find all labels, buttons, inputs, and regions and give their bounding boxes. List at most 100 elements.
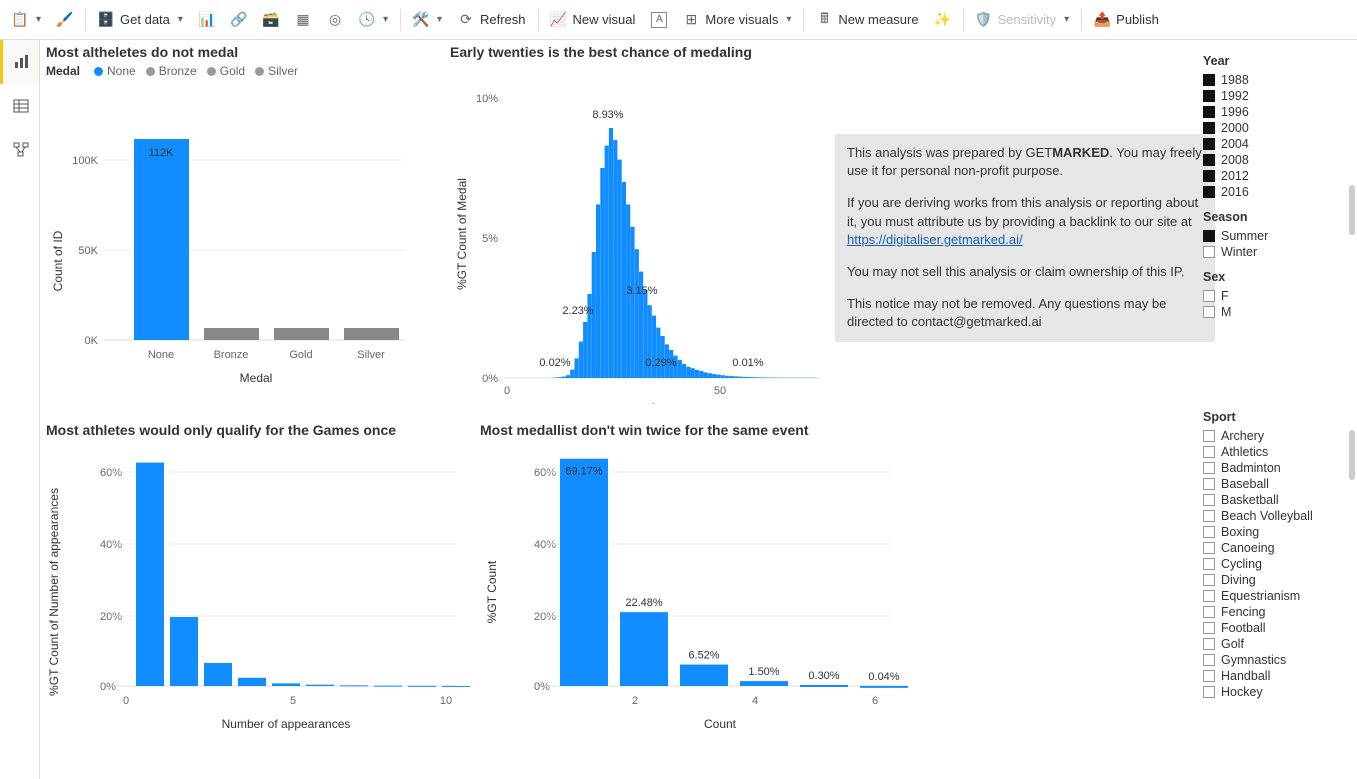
more-visuals-button[interactable]: ⊞ More visuals ▾: [675, 4, 799, 36]
checkbox-icon: [1203, 170, 1215, 182]
slicer-year-item[interactable]: 1996: [1203, 104, 1337, 120]
attribution-link[interactable]: https://digitaliser.getmarked.ai/: [847, 232, 1023, 247]
datahub-button[interactable]: 🔗: [223, 4, 255, 36]
slicer-sport-item[interactable]: Diving: [1203, 572, 1337, 588]
clipboard-icon: 📋: [12, 12, 28, 28]
slicer-sex-item[interactable]: F: [1203, 288, 1337, 304]
slicer-sport-item[interactable]: Boxing: [1203, 524, 1337, 540]
slicer-year-item[interactable]: 2004: [1203, 136, 1337, 152]
new-measure-label: New measure: [838, 12, 918, 27]
slicer-sex-item[interactable]: M: [1203, 304, 1337, 320]
checkbox-icon: [1203, 590, 1215, 602]
slicer-sport-item[interactable]: Canoeing: [1203, 540, 1337, 556]
panel-collapse-handle[interactable]: [1349, 185, 1355, 235]
svg-text:0.01%: 0.01%: [732, 357, 763, 369]
sql-button[interactable]: 🗃️: [255, 4, 287, 36]
chart-title: Most athletes would only qualify for the…: [46, 422, 476, 438]
chart-appearances[interactable]: Most athletes would only qualify for the…: [46, 422, 476, 772]
quick-measure-button[interactable]: ✨: [927, 4, 959, 36]
chart-svg: %GT Count of Number of appearances 60% 4…: [46, 442, 476, 762]
svg-text:3.15%: 3.15%: [626, 285, 657, 297]
svg-text:0K: 0K: [85, 335, 99, 347]
slicer-sport-item[interactable]: Golf: [1203, 636, 1337, 652]
slicer-sport-item[interactable]: Equestrianism: [1203, 588, 1337, 604]
publish-button[interactable]: 📤 Publish: [1086, 4, 1167, 36]
slicer-sport-item[interactable]: Badminton: [1203, 460, 1337, 476]
format-painter-button[interactable]: 🖌️: [49, 4, 81, 36]
svg-text:40%: 40%: [100, 539, 122, 551]
report-canvas[interactable]: Most altheletes do not medal Medal None …: [40, 40, 1357, 779]
get-data-button[interactable]: 🗄️ Get data ▾: [90, 4, 191, 36]
slicer-sport-item[interactable]: Beach Volleyball: [1203, 508, 1337, 524]
textbox-icon: A: [651, 12, 667, 28]
slicer-sport-item[interactable]: Basketball: [1203, 492, 1337, 508]
slicer-year-item[interactable]: 1988: [1203, 72, 1337, 88]
svg-text:%GT Count of Number of appeara: %GT Count of Number of appearances: [47, 488, 61, 696]
slicer-sex-title: Sex: [1203, 270, 1337, 284]
svg-text:0: 0: [123, 695, 129, 707]
checkbox-icon: [1203, 122, 1215, 134]
slicer-year-item[interactable]: 2016: [1203, 184, 1337, 200]
slicer-year-item[interactable]: 2000: [1203, 120, 1337, 136]
calculator-icon: 🖩: [816, 12, 832, 28]
chart-repeat-medals[interactable]: Most medallist don't win twice for the s…: [480, 422, 910, 772]
data-view-button[interactable]: [0, 84, 39, 128]
checkbox-icon: [1203, 90, 1215, 102]
svg-text:40%: 40%: [534, 539, 556, 551]
chart-medal-counts[interactable]: Most altheletes do not medal Medal None …: [46, 44, 446, 404]
slicer-sport-item[interactable]: Athletics: [1203, 444, 1337, 460]
separator: [400, 9, 401, 31]
slicer-sport-item[interactable]: Baseball: [1203, 476, 1337, 492]
report-view-button[interactable]: [0, 40, 39, 84]
checkbox-icon: [1203, 462, 1215, 474]
new-measure-button[interactable]: 🖩 New measure: [808, 4, 926, 36]
svg-text:60%: 60%: [100, 467, 122, 479]
svg-text:8.93%: 8.93%: [592, 109, 623, 121]
slicer-year-item[interactable]: 2012: [1203, 168, 1337, 184]
table-icon: ▦: [295, 12, 311, 28]
chart-title: Most altheletes do not medal: [46, 44, 446, 60]
text-box-button[interactable]: A: [643, 4, 675, 36]
enter-data-button[interactable]: ▦: [287, 4, 319, 36]
publish-label: Publish: [1116, 12, 1159, 27]
transform-data-button[interactable]: 🛠️ ▾: [405, 4, 450, 36]
model-view-button[interactable]: [0, 128, 39, 172]
get-data-label: Get data: [120, 12, 170, 27]
svg-text:Count of ID: Count of ID: [51, 230, 65, 291]
more-visuals-label: More visuals: [705, 12, 778, 27]
excel-icon: 📊: [199, 12, 215, 28]
attribution-textbox[interactable]: This analysis was prepared by GETMARKED.…: [835, 134, 1215, 342]
dataverse-button[interactable]: ◎: [319, 4, 351, 36]
chart-svg: %GT Count 60% 40% 20% 0% 69.17%22.48%6.5…: [480, 442, 910, 762]
slicer-season-item[interactable]: Summer: [1203, 228, 1337, 244]
panel-collapse-handle[interactable]: [1349, 430, 1355, 480]
excel-button[interactable]: 📊: [191, 4, 223, 36]
refresh-button[interactable]: ⟳ Refresh: [450, 4, 534, 36]
chevron-down-icon: ▾: [786, 14, 791, 25]
slicer-sport-item[interactable]: Handball: [1203, 668, 1337, 684]
chart-age-distribution[interactable]: Early twenties is the best chance of med…: [450, 44, 840, 404]
slicer-sport-item[interactable]: Gymnastics: [1203, 652, 1337, 668]
slicer-sport-item[interactable]: Fencing: [1203, 604, 1337, 620]
slicer-sport-item[interactable]: Cycling: [1203, 556, 1337, 572]
svg-text:2.23%: 2.23%: [562, 305, 593, 317]
checkbox-icon: [1203, 526, 1215, 538]
separator: [963, 9, 964, 31]
slicer-sport-item[interactable]: Archery: [1203, 428, 1337, 444]
svg-text:Silver: Silver: [357, 349, 385, 361]
checkbox-icon: [1203, 622, 1215, 634]
svg-text:1.50%: 1.50%: [748, 666, 779, 678]
slicer-year-item[interactable]: 1992: [1203, 88, 1337, 104]
new-visual-button[interactable]: 📈 New visual: [543, 4, 644, 36]
slicer-season-item[interactable]: Winter: [1203, 244, 1337, 260]
recent-sources-button[interactable]: 🕓 ▾: [351, 4, 396, 36]
slicer-sport-item[interactable]: Hockey: [1203, 684, 1337, 700]
chevron-down-icon: ▾: [36, 14, 41, 25]
slicer-year-item[interactable]: 2008: [1203, 152, 1337, 168]
slicer-sport-item[interactable]: Football: [1203, 620, 1337, 636]
database-icon: 🗄️: [98, 12, 114, 28]
server-icon: 🗃️: [263, 12, 279, 28]
checkbox-icon: [1203, 306, 1215, 318]
paste-button[interactable]: 📋 ▾: [4, 4, 49, 36]
separator: [1081, 9, 1082, 31]
